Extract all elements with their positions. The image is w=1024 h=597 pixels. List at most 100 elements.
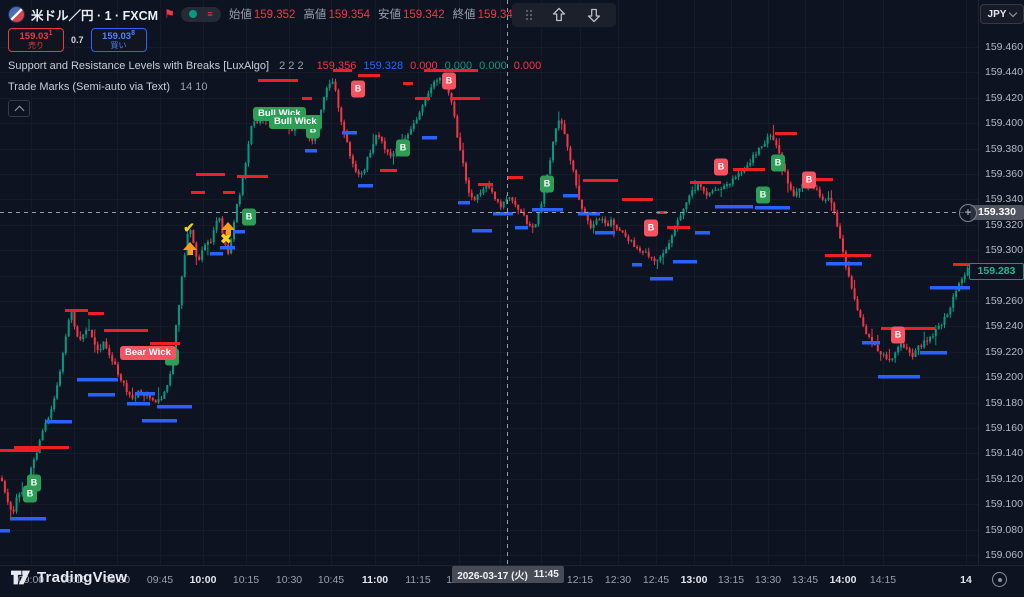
ohlc-close: 終値159.343 — [453, 6, 520, 22]
time-axis-settings-icon[interactable] — [992, 572, 1007, 587]
candle-wicks-up — [17, 75, 968, 514]
arrow-up-button[interactable] — [550, 6, 568, 24]
price-tick-label: 159.260 — [985, 295, 1023, 307]
ohlc-high: 高値159.354 — [303, 6, 370, 22]
indicator-value: 0.000 — [479, 60, 507, 72]
tradingview-logo-icon — [10, 568, 31, 587]
indicator-value: 0.000 — [514, 60, 542, 72]
trade-marks-toolbar[interactable] — [512, 3, 616, 27]
price-tick-label: 159.180 — [985, 397, 1023, 409]
indicator-name[interactable]: Trade Marks (Semi-auto via Text) — [8, 81, 170, 93]
indicator-name[interactable]: Support and Resistance Levels with Break… — [8, 60, 269, 72]
ohlc-high-label: 高値 — [303, 9, 326, 21]
time-tick-label: 10:00 — [190, 574, 217, 586]
crosshair-add-alert-button[interactable]: + — [959, 204, 977, 222]
time-tick-label: 14 — [960, 574, 972, 586]
price-tick-label: 159.240 — [985, 320, 1023, 332]
price-tick-label: 159.460 — [985, 41, 1023, 53]
chevron-up-icon — [14, 105, 24, 115]
price-tick-label: 159.320 — [985, 219, 1023, 231]
indicator-value: 159.328 — [363, 60, 403, 72]
crosshair-price-label: 159.330 — [970, 205, 1024, 220]
ohlc-close-label: 終値 — [453, 9, 476, 21]
last-price-label: 159.283 — [969, 263, 1024, 280]
price-tick-label: 159.120 — [985, 473, 1023, 485]
time-tick-label: 12:30 — [605, 574, 631, 586]
time-tick-label: 14:15 — [870, 574, 896, 586]
price-tick-label: 159.380 — [985, 143, 1023, 155]
time-tick-label: 14:00 — [830, 574, 857, 586]
buy-price: 159.038 — [102, 30, 135, 42]
drag-handle-icon[interactable] — [525, 9, 533, 21]
legend-collapse-button[interactable] — [8, 100, 30, 117]
price-axis[interactable]: 159.460 159.440 159.420 159.400 159.380 159.3… — [978, 0, 1024, 565]
currency-selector[interactable]: JPY — [980, 4, 1024, 24]
indicator-values: 159.356 159.328 0.000 0.000 0.000 0.000 — [310, 60, 542, 72]
indicator-args: 14 10 — [180, 81, 208, 93]
time-tick-label: 10:30 — [276, 574, 302, 586]
sell-price: 159.031 — [20, 30, 53, 42]
sell-button[interactable]: 159.031 売り — [8, 28, 64, 52]
ohlc-low: 安値159.342 — [378, 6, 445, 22]
crosshair-time: 11:45 — [534, 569, 559, 580]
ohlc-open: 始値159.352 — [229, 6, 296, 22]
indicator-row-trade-marks[interactable]: Trade Marks (Semi-auto via Text) 14 10 — [8, 79, 611, 94]
ohlc-open-value: 159.352 — [254, 9, 296, 21]
price-tick-label: 159.200 — [985, 371, 1023, 383]
crosshair-date: 2026-03-17 (火) — [457, 567, 528, 582]
time-tick-label: 10:45 — [318, 574, 344, 586]
price-tick-label: 159.080 — [985, 524, 1023, 536]
arrow-down-button[interactable] — [585, 6, 603, 24]
spread-value: 0.7 — [69, 35, 86, 45]
price-tick-label: 159.220 — [985, 346, 1023, 358]
time-tick-label: 09:45 — [147, 574, 173, 586]
tradingview-wordmark: TradingView — [37, 569, 127, 586]
price-tick-label: 159.360 — [985, 168, 1023, 180]
price-tick-label: 159.420 — [985, 92, 1023, 104]
price-tick-label: 159.440 — [985, 66, 1023, 78]
flagged-symbol-icon[interactable]: ⚑ — [164, 7, 175, 21]
price-tick-label: 159.060 — [985, 549, 1023, 561]
price-tick-label: 159.400 — [985, 117, 1023, 129]
time-tick-label: 12:45 — [643, 574, 669, 586]
buy-button[interactable]: 159.038 買い — [91, 28, 147, 52]
time-tick-label: 11:15 — [405, 574, 431, 586]
buy-label: 買い — [111, 42, 127, 50]
time-tick-label: 13:30 — [755, 574, 781, 586]
tradingview-app: BBBBBBBBBBBBBBBBull WickBull WickBear Wi… — [0, 0, 1024, 597]
price-tick-label: 159.140 — [985, 447, 1023, 459]
candle-bodies-down — [1, 78, 975, 511]
indicator-value: 159.356 — [317, 60, 357, 72]
ohlc-low-label: 安値 — [378, 9, 401, 21]
indicator-row-sr-breaks[interactable]: Support and Resistance Levels with Break… — [8, 58, 611, 73]
time-tick-label: 13:15 — [718, 574, 744, 586]
crosshair-date-tooltip: 2026-03-17 (火) 11:45 — [452, 566, 564, 583]
currency-label: JPY — [988, 9, 1007, 20]
candle-bodies-up — [16, 78, 969, 511]
tradingview-logo[interactable]: TradingView — [10, 568, 127, 587]
candle-wicks-down — [2, 75, 974, 518]
ohlc-high-value: 159.354 — [328, 9, 370, 21]
market-open-dot-icon — [189, 10, 197, 18]
time-tick-label: 13:00 — [681, 574, 708, 586]
time-tick-label: 12:15 — [567, 574, 593, 586]
order-lines-icon: ≡ — [207, 10, 212, 19]
indicator-value: 0.000 — [410, 60, 438, 72]
market-status-toggle[interactable]: ≡ — [181, 7, 221, 22]
symbol-title[interactable]: 米ドル／円 · 1 · FXCM — [31, 5, 158, 24]
indicator-value: 0.000 — [445, 60, 473, 72]
pair-flag-icon — [8, 6, 25, 23]
sell-label: 売り — [28, 42, 44, 50]
price-tick-label: 159.100 — [985, 498, 1023, 510]
time-tick-label: 11:00 — [362, 574, 388, 586]
price-tick-label: 159.340 — [985, 193, 1023, 205]
order-panel: 159.031 売り 0.7 159.038 買い — [8, 28, 611, 52]
ohlc-low-value: 159.342 — [403, 9, 445, 21]
time-tick-label: 13:45 — [792, 574, 818, 586]
price-tick-label: 159.300 — [985, 244, 1023, 256]
time-tick-label: 10:15 — [233, 574, 259, 586]
ohlc-open-label: 始値 — [229, 9, 252, 21]
indicator-args: 2 2 2 — [279, 60, 303, 72]
chevron-down-icon — [1009, 9, 1017, 17]
price-tick-label: 159.160 — [985, 422, 1023, 434]
